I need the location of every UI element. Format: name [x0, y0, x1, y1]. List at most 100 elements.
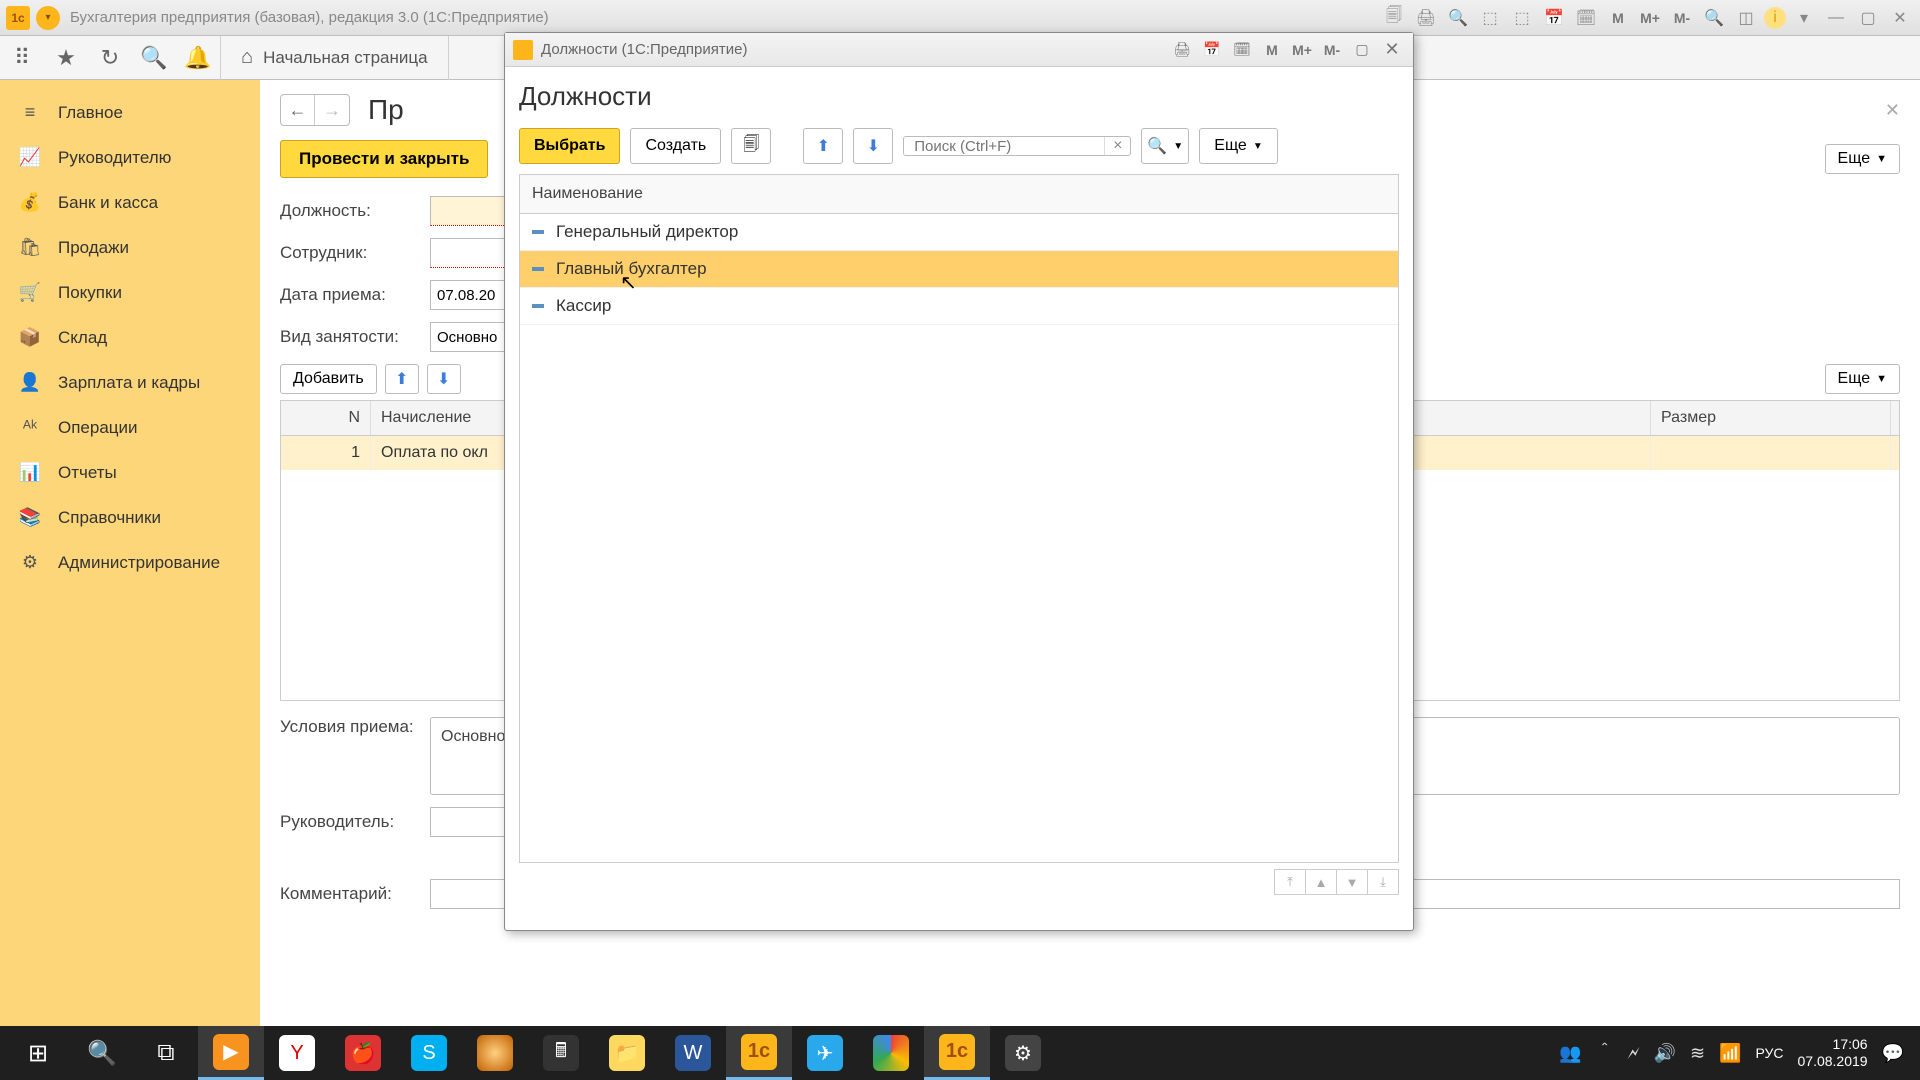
sidebar-item-catalogs[interactable]: 📚Справочники — [0, 495, 260, 540]
favorites-icon[interactable]: ★ — [44, 36, 88, 80]
taskbar-app[interactable]: 📁 — [594, 1026, 660, 1080]
post-and-close-button[interactable]: Провести и закрыть — [280, 140, 488, 178]
move-down-button[interactable]: ⬇ — [427, 364, 461, 394]
sidebar-item-main[interactable]: ≡Главное — [0, 90, 260, 135]
tray-notifications-icon[interactable]: 💬 — [1882, 1043, 1904, 1064]
taskbar-app[interactable]: S — [396, 1026, 462, 1080]
tray-wifi-icon[interactable]: 📶 — [1719, 1043, 1741, 1064]
taskbar-app[interactable]: ▶ — [198, 1026, 264, 1080]
taskbar-app[interactable]: ⚙ — [990, 1026, 1056, 1080]
search-button[interactable]: 🔍 ▼ — [1141, 128, 1189, 164]
apps-grid-icon[interactable]: ⠿ — [0, 36, 44, 80]
sidebar-item-reports[interactable]: 📊Отчеты — [0, 450, 260, 495]
clear-search-icon[interactable]: × — [1104, 137, 1130, 155]
minimize-icon[interactable]: — — [1822, 6, 1850, 30]
sidebar-item-sales[interactable]: 🛍Продажи — [0, 225, 260, 270]
nav-forward[interactable]: → — [315, 95, 349, 125]
calendar-icon[interactable]: 📅 — [1540, 6, 1568, 30]
memory-mplus[interactable]: M+ — [1636, 6, 1664, 30]
sidebar-item-operations[interactable]: ᴬᵏОперации — [0, 405, 260, 450]
close-icon[interactable]: ✕ — [1886, 6, 1914, 30]
calendar-icon[interactable]: 📅 — [1199, 39, 1225, 61]
move-up-button[interactable]: ⬆ — [803, 128, 843, 164]
calendar-icon[interactable]: 🗓 — [1229, 39, 1255, 61]
nav-first-icon[interactable]: ⤒ — [1274, 869, 1306, 895]
tray-clock[interactable]: 17:06 07.08.2019 — [1798, 1036, 1868, 1070]
date-input[interactable] — [430, 280, 510, 310]
sidebar-item-bank[interactable]: 💰Банк и касса — [0, 180, 260, 225]
sidebar-label: Банк и касса — [58, 193, 158, 213]
toolbar-icon[interactable]: 🖨 — [1412, 6, 1440, 30]
panel-icon[interactable]: ◫ — [1732, 6, 1760, 30]
taskbar-app[interactable]: 🍎 — [330, 1026, 396, 1080]
close-page-icon[interactable]: ✕ — [1885, 100, 1900, 121]
taskbar-app[interactable] — [462, 1026, 528, 1080]
list-item[interactable]: Кассир — [520, 288, 1398, 325]
memory-m[interactable]: M — [1604, 6, 1632, 30]
sidebar-item-warehouse[interactable]: 📦Склад — [0, 315, 260, 360]
sidebar-item-purchases[interactable]: 🛒Покупки — [0, 270, 260, 315]
zoom-icon[interactable]: 🔍 — [1700, 6, 1728, 30]
maximize-icon[interactable]: ▢ — [1349, 39, 1375, 61]
copy-button[interactable]: 🗐 — [731, 128, 771, 164]
employee-input[interactable] — [430, 238, 510, 268]
taskbar-app[interactable]: ✈ — [792, 1026, 858, 1080]
tray-chevron-up-icon[interactable]: ＾ — [1596, 1040, 1614, 1066]
start-button[interactable]: ⊞ — [6, 1026, 70, 1080]
move-up-button[interactable]: ⬆ — [385, 364, 419, 394]
app-menu-dropdown[interactable]: ▾ — [36, 6, 60, 30]
position-input[interactable] — [430, 196, 510, 226]
calendar-icon[interactable]: 🗓 — [1572, 6, 1600, 30]
emptype-input[interactable] — [430, 322, 510, 352]
nav-down-icon[interactable]: ▼ — [1336, 869, 1368, 895]
nav-up-icon[interactable]: ▲ — [1305, 869, 1337, 895]
memory-mplus[interactable]: M+ — [1289, 39, 1315, 61]
nav-back[interactable]: ← — [281, 95, 315, 125]
maximize-icon[interactable]: ▢ — [1854, 6, 1882, 30]
list-item[interactable]: Генеральный директор — [520, 214, 1398, 251]
taskbar-app[interactable] — [858, 1026, 924, 1080]
taskbar-app[interactable]: Y — [264, 1026, 330, 1080]
tray-network-icon[interactable]: ≋ — [1690, 1043, 1705, 1064]
toolbar-icon[interactable]: ⬚ — [1476, 6, 1504, 30]
info-icon[interactable]: i — [1764, 7, 1786, 29]
taskbar-app[interactable]: 1c — [726, 1026, 792, 1080]
add-button[interactable]: Добавить — [280, 364, 377, 394]
list-item[interactable]: Главный бухгалтер — [520, 251, 1398, 288]
tray-battery-icon[interactable]: 🗲 — [1628, 1043, 1640, 1064]
more-button[interactable]: Еще ▼ — [1199, 128, 1277, 164]
search-input[interactable] — [904, 137, 1104, 155]
manager-input[interactable] — [430, 807, 510, 837]
taskbar-app[interactable]: W — [660, 1026, 726, 1080]
tray-language[interactable]: РУС — [1755, 1045, 1783, 1061]
print-icon[interactable]: 🖨 — [1169, 39, 1195, 61]
list-column-header[interactable]: Наименование — [519, 174, 1399, 213]
memory-mminus[interactable]: M- — [1668, 6, 1696, 30]
taskview-button[interactable]: ⧉ — [134, 1026, 198, 1080]
taskbar-app[interactable]: 1c — [924, 1026, 990, 1080]
sidebar-item-admin[interactable]: ⚙Администрирование — [0, 540, 260, 585]
create-button[interactable]: Создать — [630, 128, 721, 164]
search-button[interactable]: 🔍 — [70, 1026, 134, 1080]
sidebar-item-manager[interactable]: 📈Руководителю — [0, 135, 260, 180]
more-button[interactable]: Еще▼ — [1825, 144, 1900, 174]
toolbar-icon[interactable]: ⬚ — [1508, 6, 1536, 30]
search-icon[interactable]: 🔍 — [132, 36, 176, 80]
sidebar-item-salary[interactable]: 👤Зарплата и кадры — [0, 360, 260, 405]
move-down-button[interactable]: ⬇ — [853, 128, 893, 164]
more-button[interactable]: Еще▼ — [1825, 364, 1900, 394]
toolbar-icon[interactable]: 🔍 — [1444, 6, 1472, 30]
close-dialog-icon[interactable]: ✕ — [1379, 39, 1405, 61]
memory-mminus[interactable]: M- — [1319, 39, 1345, 61]
tab-home[interactable]: ⌂ Начальная страница — [221, 36, 449, 80]
toolbar-icon[interactable]: 🗐 — [1380, 6, 1408, 30]
select-button[interactable]: Выбрать — [519, 128, 620, 164]
tray-volume-icon[interactable]: 🔊 — [1654, 1043, 1676, 1064]
nav-last-icon[interactable]: ⤓ — [1367, 869, 1399, 895]
notifications-icon[interactable]: 🔔 — [176, 36, 220, 80]
tray-people-icon[interactable]: 👥 — [1559, 1043, 1581, 1064]
dropdown-icon[interactable]: ▾ — [1790, 6, 1818, 30]
history-icon[interactable]: ↻ — [88, 36, 132, 80]
taskbar-app[interactable]: 🖩 — [528, 1026, 594, 1080]
memory-m[interactable]: M — [1259, 39, 1285, 61]
